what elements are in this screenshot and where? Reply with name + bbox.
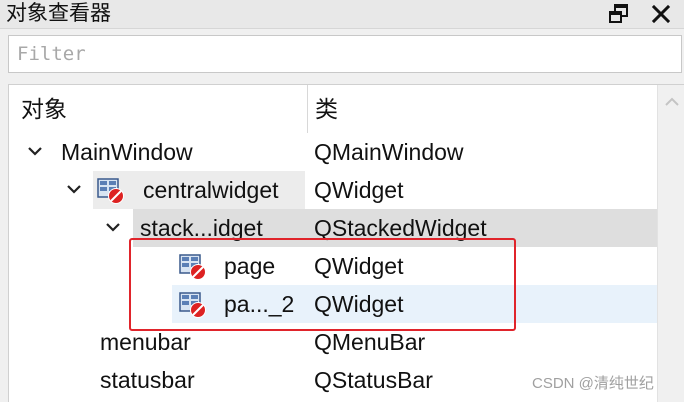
widget-layout-broken-icon (179, 253, 207, 281)
panel-title: 对象查看器 (6, 2, 111, 25)
object-name: pa..._2 (224, 291, 295, 317)
chevron-down-icon[interactable] (25, 133, 45, 171)
object-name: stack...idget (140, 215, 263, 241)
widget-layout-broken-icon (97, 177, 125, 205)
widget-layout-broken-icon (179, 291, 207, 319)
tree-row-mainwindow[interactable]: MainWindow QMainWindow (9, 133, 657, 171)
watermark: CSDN @清纯世纪 (532, 375, 654, 392)
object-class: QWidget (314, 253, 404, 279)
object-name: menubar (100, 329, 191, 355)
object-inspector-titlebar: 对象查看器 (0, 0, 684, 29)
tree-row-centralwidget[interactable]: centralwidget QWidget (9, 171, 657, 209)
vertical-scrollbar[interactable] (657, 85, 684, 402)
object-name: MainWindow (61, 139, 193, 165)
column-header-object[interactable]: 对象 (21, 85, 67, 133)
filter-input[interactable] (8, 35, 682, 73)
object-name: statusbar (100, 367, 195, 393)
tree-row-menubar[interactable]: menubar QMenuBar (9, 323, 657, 361)
object-name: centralwidget (143, 177, 279, 203)
object-tree: 对象 类 MainWindow QMainWindow centralwidge… (8, 84, 684, 402)
object-class: QStatusBar (314, 367, 433, 393)
chevron-down-icon[interactable] (64, 171, 84, 209)
object-class: QMainWindow (314, 139, 464, 165)
close-icon[interactable] (649, 2, 673, 26)
tree-row-page[interactable]: page QWidget (9, 247, 657, 285)
object-class: QWidget (314, 291, 404, 317)
float-window-icon[interactable] (607, 2, 631, 26)
chevron-down-icon[interactable] (103, 209, 123, 247)
tree-row-stackedwidget[interactable]: stack...idget QStackedWidget (9, 209, 657, 247)
tree-row-page-2[interactable]: pa..._2 QWidget (9, 285, 657, 323)
column-separator[interactable] (307, 85, 308, 133)
object-class: QStackedWidget (314, 215, 487, 241)
object-class: QWidget (314, 177, 404, 203)
object-class: QMenuBar (314, 329, 426, 355)
scroll-up-icon[interactable] (664, 95, 680, 113)
column-header-class[interactable]: 类 (315, 85, 338, 133)
object-name: page (224, 253, 276, 279)
tree-header: 对象 类 (9, 85, 657, 133)
